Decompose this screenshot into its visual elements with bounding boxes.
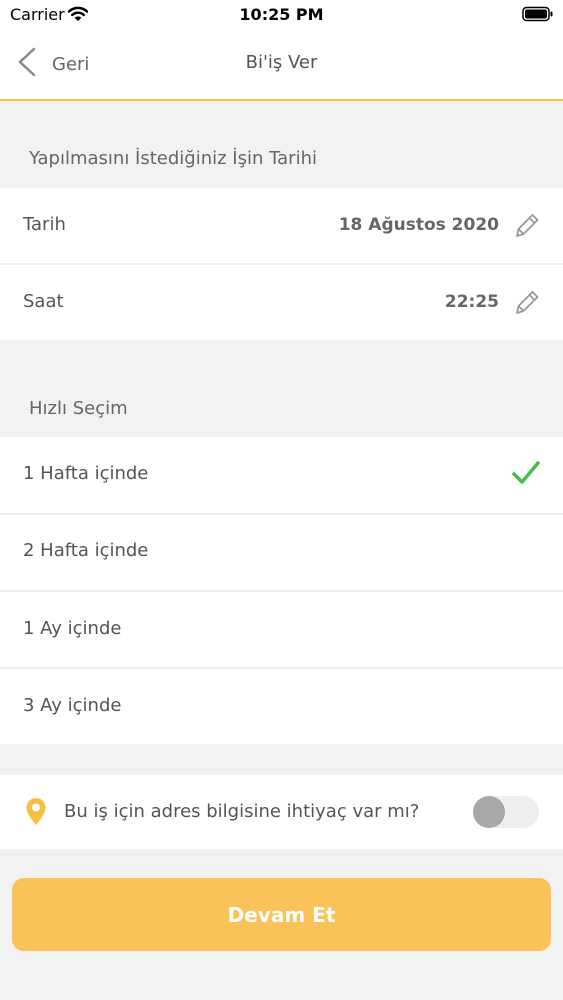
date-section-header: Yapılmasını İstediğiniz İşin Tarihi — [29, 148, 317, 169]
time-value: 22:25 — [444, 292, 499, 312]
status-bar: Carrier 10:25 PM — [0, 0, 563, 30]
date-value: 18 Ağustos 2020 — [338, 215, 499, 235]
time-label: Saat — [23, 291, 64, 312]
time-row[interactable]: Saat 22:25 — [0, 265, 563, 340]
quick-option-row[interactable]: 3 Ay içinde — [0, 669, 563, 744]
location-pin-icon — [25, 797, 47, 831]
date-label: Tarih — [23, 214, 66, 235]
page-title: Bi'iş Ver — [245, 52, 318, 73]
pencil-icon[interactable] — [513, 210, 541, 244]
address-row: Bu iş için adres bilgisine ihtiyaç var m… — [0, 775, 563, 849]
quick-option-label: 3 Ay içinde — [23, 695, 122, 716]
continue-button[interactable]: Devam Et — [12, 878, 551, 951]
nav-bar: Geri Bi'iş Ver — [0, 30, 563, 101]
quick-select-header: Hızlı Seçim — [29, 398, 128, 419]
quick-option-label: 1 Ay içinde — [23, 618, 122, 639]
quick-option-row[interactable]: 1 Hafta içinde — [0, 437, 563, 513]
date-row[interactable]: Tarih 18 Ağustos 2020 — [0, 188, 563, 263]
quick-option-label: 2 Hafta içinde — [23, 540, 149, 561]
toggle-knob — [473, 796, 505, 828]
checkmark-icon — [511, 459, 541, 491]
pencil-icon[interactable] — [513, 287, 541, 321]
address-toggle[interactable] — [473, 796, 539, 828]
status-time: 10:25 PM — [239, 5, 324, 24]
quick-option-label: 1 Hafta içinde — [23, 463, 149, 484]
address-label: Bu iş için adres bilgisine ihtiyaç var m… — [64, 801, 420, 822]
battery-icon — [522, 6, 554, 26]
quick-option-row[interactable]: 2 Hafta içinde — [0, 515, 563, 590]
quick-option-row[interactable]: 1 Ay içinde — [0, 592, 563, 667]
